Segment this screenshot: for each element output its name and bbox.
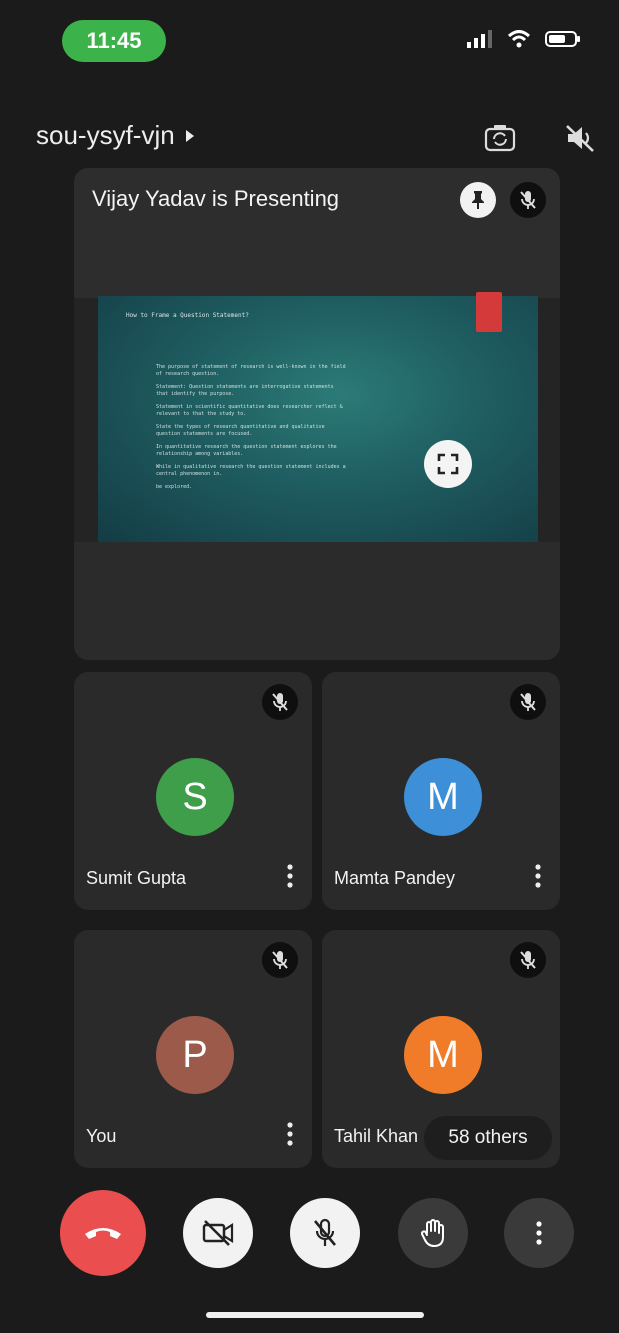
mic-off-icon (272, 951, 288, 969)
status-time: 11:45 (62, 20, 166, 62)
participant-more-button[interactable] (278, 858, 302, 894)
wifi-icon (507, 30, 531, 48)
speaker-button[interactable] (560, 118, 600, 158)
switch-camera-icon (484, 125, 516, 152)
meeting-code-label: sou-ysyf-vjn (36, 120, 175, 150)
more-vert-icon (287, 1122, 293, 1146)
caret-right-icon (185, 129, 194, 142)
slide-marker (476, 292, 502, 332)
pin-button[interactable] (460, 182, 496, 218)
mic-off-icon (520, 191, 536, 209)
mic-off-icon (520, 693, 536, 711)
camera-off-icon (202, 1220, 234, 1246)
end-call-icon (85, 1228, 121, 1239)
participant-tile[interactable]: M Mamta Pandey (322, 672, 560, 910)
participant-tile-self[interactable]: P You (74, 930, 312, 1168)
raise-hand-icon (420, 1219, 444, 1247)
signal-icon (467, 30, 492, 48)
slide-line: State the types of research quantitative… (156, 424, 325, 437)
mic-off-indicator (510, 684, 546, 720)
presentation-footer (74, 542, 560, 660)
more-options-icon (536, 1221, 542, 1245)
slide-line: Statement: Question statements are inter… (156, 384, 334, 397)
meeting-code[interactable]: sou-ysyf-vjn (36, 120, 195, 151)
more-options-button[interactable] (504, 1198, 574, 1268)
presentation-title: Vijay Yadav is Presenting (92, 186, 340, 211)
camera-toggle-button[interactable] (183, 1198, 253, 1268)
slide-body: The purpose of statement of research is … (156, 364, 346, 497)
mic-off-indicator (262, 942, 298, 978)
more-vert-icon (535, 864, 541, 888)
mic-off-indicator (262, 684, 298, 720)
slide-line: While in qualitative research the questi… (156, 464, 346, 477)
avatar: S (156, 758, 234, 836)
mic-toggle-button[interactable] (290, 1198, 360, 1268)
participant-more-button[interactable] (526, 858, 550, 894)
slide-line: Statement in scientific quantitative doe… (156, 404, 343, 417)
participant-name: Mamta Pandey (334, 868, 456, 888)
home-indicator (206, 1312, 424, 1318)
avatar: M (404, 758, 482, 836)
pin-icon (472, 191, 484, 209)
slide-line: be explored. (156, 484, 193, 490)
end-call-button[interactable] (60, 1190, 146, 1276)
avatar: M (404, 1016, 482, 1094)
slide-line: In quantitative research the question st… (156, 444, 337, 457)
fullscreen-icon (437, 453, 459, 475)
mic-off-icon (520, 951, 536, 969)
participant-name: Sumit Gupta (86, 868, 187, 888)
others-button[interactable]: 58 others (424, 1116, 552, 1160)
mic-off-icon (314, 1218, 336, 1246)
more-vert-icon (287, 864, 293, 888)
slide-heading: How to Frame a Question Statement? (126, 312, 249, 319)
presentation-tile[interactable]: Vijay Yadav is Presenting How to Frame a… (74, 168, 560, 660)
slide-line: The purpose of statement of research is … (156, 364, 346, 377)
participant-more-button[interactable] (278, 1116, 302, 1152)
participant-name: You (86, 1126, 117, 1146)
mic-off-indicator (510, 942, 546, 978)
mic-off-icon (272, 693, 288, 711)
participant-name: Tahil Khan (334, 1126, 419, 1146)
battery-icon (545, 31, 580, 47)
status-icons (467, 30, 581, 48)
fullscreen-button[interactable] (424, 440, 472, 488)
raise-hand-button[interactable] (398, 1198, 468, 1268)
speaker-off-icon (566, 125, 594, 152)
switch-camera-button[interactable] (480, 118, 520, 158)
participant-tile[interactable]: S Sumit Gupta (74, 672, 312, 910)
meet-call-screen: 11:45 sou-ysyf-vjn Vijay Yadav is Presen… (0, 0, 619, 1333)
avatar: P (156, 1016, 234, 1094)
presenter-mic-off-indicator (510, 182, 546, 218)
shared-slide: How to Frame a Question Statement? The p… (98, 292, 538, 542)
